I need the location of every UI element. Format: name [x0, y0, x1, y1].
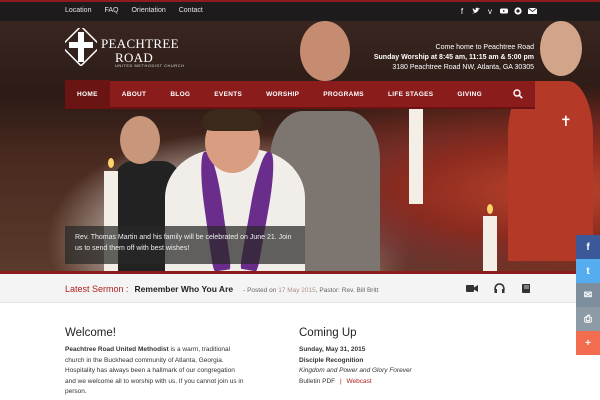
top-link-contact[interactable]: Contact — [179, 7, 203, 14]
nav-label[interactable]: LIFE STAGES — [388, 91, 433, 98]
hero-photo-flame — [487, 204, 493, 214]
nav-item-life-stages[interactable]: LIFE STAGES — [376, 80, 445, 108]
facebook-icon[interactable]: f — [458, 7, 466, 16]
instagram-icon[interactable] — [514, 7, 522, 16]
nav-item-giving[interactable]: GIVING — [445, 80, 494, 108]
book-icon[interactable] — [521, 283, 532, 294]
logo-wordmark: PEACHTREE ROAD — [101, 36, 179, 66]
top-links: Location FAQ Orientation Contact — [65, 7, 216, 14]
event-links: Bulletin PDF | Webcast — [299, 377, 499, 388]
sermon-info: Latest Sermon : Remember Who You Are - P… — [65, 284, 379, 294]
sermon-label: Latest Sermon : — [65, 284, 129, 294]
more-share-icon[interactable]: + — [576, 331, 600, 355]
hero-photo-figure — [300, 21, 350, 81]
worship-tagline: Come home to Peachtree Road — [435, 44, 534, 51]
email-share-icon[interactable]: ✉ — [576, 283, 600, 307]
hero-photo-figure — [540, 21, 582, 76]
link-separator: | — [339, 377, 342, 385]
welcome-heading: Welcome! — [65, 327, 116, 339]
sermon-meta: - Posted on 17 May 2015, Pastor: Rev. Bi… — [243, 287, 379, 294]
nav-item-worship[interactable]: WORSHIP — [254, 80, 311, 108]
nav-label[interactable]: EVENTS — [214, 91, 242, 98]
sermon-title[interactable]: Remember Who You Are — [135, 284, 234, 294]
nav-label[interactable]: BLOG — [170, 91, 190, 98]
logo-cross-icon — [65, 28, 97, 66]
hero-caption: Rev. Thomas Martin and his family will b… — [65, 226, 305, 264]
nav-label[interactable]: HOME — [77, 91, 98, 98]
main-nav: HOME ABOUT BLOG EVENTS WORSHIP PROGRAMS … — [65, 80, 535, 109]
site-logo[interactable]: PEACHTREE ROAD UNITED METHODIST CHURCH — [65, 28, 184, 70]
nav-label[interactable]: PROGRAMS — [323, 91, 364, 98]
search-icon[interactable] — [513, 89, 523, 99]
welcome-church-name: Peachtree Road United Methodist — [65, 346, 169, 353]
social-links: f v — [458, 7, 538, 16]
cross-icon: ✝ — [560, 113, 572, 129]
sermon-posted-prefix: Posted on — [247, 287, 277, 294]
sermon-pastor: , Pastor: Rev. Bill Britt — [315, 287, 379, 294]
nav-item-home[interactable]: HOME — [65, 80, 110, 108]
nav-label[interactable]: GIVING — [457, 91, 482, 98]
print-share-icon[interactable]: ⎙ — [576, 307, 600, 331]
twitter-share-icon[interactable]: t — [576, 259, 600, 283]
welcome-section: Welcome! Peachtree Road United Methodist… — [65, 327, 245, 398]
logo-subtitle: UNITED METHODIST CHURCH — [115, 63, 185, 68]
webcast-link[interactable]: Webcast — [346, 378, 371, 385]
nav-item-about[interactable]: ABOUT — [110, 80, 159, 108]
welcome-text: Peachtree Road United Methodist is a war… — [65, 345, 245, 398]
facebook-share-icon[interactable]: f — [576, 235, 600, 259]
nav-item-events[interactable]: EVENTS — [202, 80, 254, 108]
youtube-icon[interactable] — [500, 7, 508, 16]
event-description: Kingdom and Power and Glory Forever — [299, 367, 412, 374]
hero-photo-figure — [120, 116, 160, 164]
worship-info: Come home to Peachtree Road Sunday Worsh… — [374, 43, 534, 73]
hero-photo-flame — [108, 158, 114, 168]
coming-up-heading: Coming Up — [299, 327, 357, 339]
email-icon[interactable] — [527, 7, 538, 16]
share-sidebar: f t ✉ ⎙ + — [576, 235, 600, 355]
video-icon[interactable] — [466, 283, 478, 294]
welcome-body: is a warm, traditional church in the Buc… — [65, 346, 244, 395]
top-link-faq[interactable]: FAQ — [104, 7, 118, 14]
latest-sermon-bar: Latest Sermon : Remember Who You Are - P… — [0, 271, 600, 303]
bulletin-pdf-link[interactable]: Bulletin PDF — [299, 378, 335, 385]
nav-item-programs[interactable]: PROGRAMS — [311, 80, 376, 108]
audio-icon[interactable] — [494, 283, 505, 294]
sermon-date: 17 May 2015 — [278, 287, 316, 294]
vimeo-icon[interactable]: v — [486, 7, 494, 16]
top-bar: Location FAQ Orientation Contact f v — [0, 0, 600, 21]
top-link-orientation[interactable]: Orientation — [131, 7, 165, 14]
hero-photo-candle — [409, 109, 423, 204]
coming-up-section: Coming Up Sunday, May 31, 2015 Disciple … — [299, 327, 499, 387]
hero-photo-candle — [483, 216, 497, 271]
hero-photo-figure — [203, 107, 261, 131]
worship-times: Sunday Worship at 8:45 am, 11:15 am & 5:… — [373, 54, 534, 61]
sermon-media-icons — [466, 283, 532, 294]
nav-label[interactable]: WORSHIP — [266, 91, 299, 98]
twitter-icon[interactable] — [472, 7, 480, 16]
nav-item-blog[interactable]: BLOG — [158, 80, 202, 108]
event-title: Disciple Recognition — [299, 356, 364, 364]
nav-label[interactable]: ABOUT — [122, 91, 147, 98]
event-date: Sunday, May 31, 2015 — [299, 346, 366, 353]
logo-line1: PEACHTREE — [101, 36, 179, 51]
top-link-location[interactable]: Location — [65, 7, 91, 14]
church-address: 3180 Peachtree Road NW, Atlanta, GA 3030… — [392, 64, 534, 71]
